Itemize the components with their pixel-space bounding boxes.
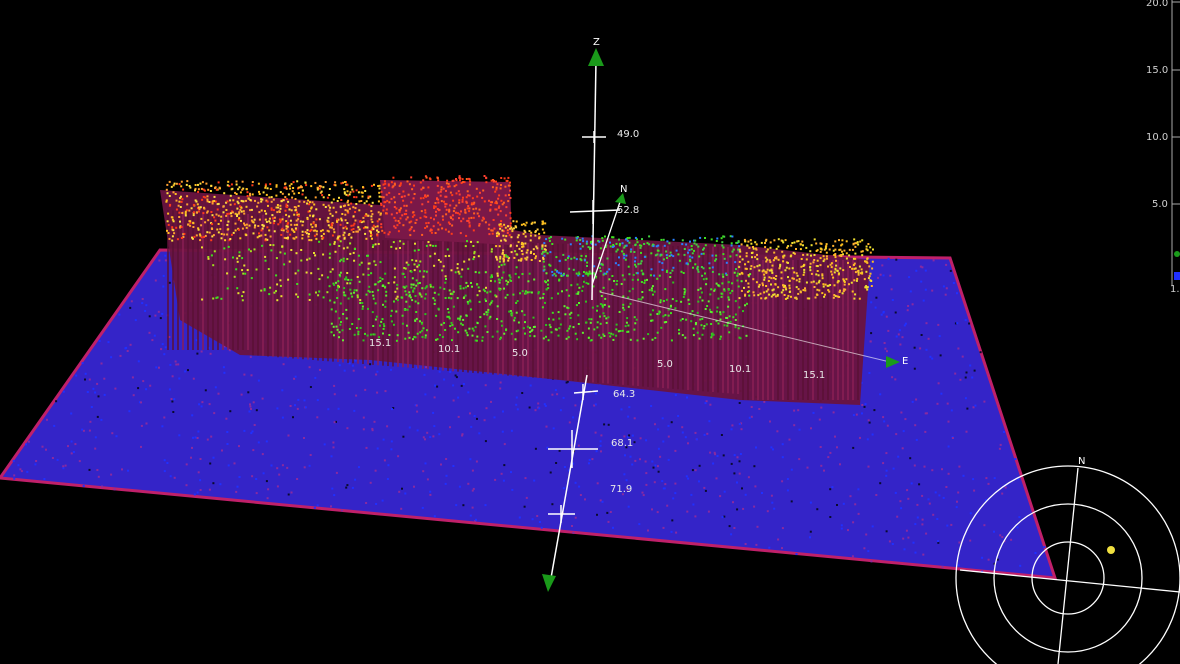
z-tick-label: 68.1 [611,438,633,449]
scale-tick-label: 5.0 [1152,199,1168,210]
z-axis-label: Z [593,37,600,48]
z-tick-label: 49.0 [617,129,639,140]
compass-north-label: N [1078,456,1085,467]
scale-tick-label: 15.0 [1146,65,1168,76]
hull-tick-label: 5.0 [657,359,673,370]
z-tick-label: 71.9 [610,484,632,495]
hull-tick-label: 15.1 [369,338,391,349]
z-tick-label: 64.3 [613,389,635,400]
n-axis-label: N [620,184,627,195]
scale-tick-label: 20.0 [1146,0,1168,9]
depth-scale: 20.0 15.0 10.0 5.0 1. [1146,0,1180,295]
hull-tick-label: 10.1 [438,344,460,355]
e-axis-label: E [902,356,908,367]
sonar-3d-viewport[interactable]: Z N E 49.0 52.8 64.3 68.1 71.9 15.1 10.1… [0,0,1180,664]
scale-color-swatch [1174,272,1180,280]
scale-marker-icon [1174,251,1180,257]
z-up-arrow-icon [588,48,604,66]
hull-tick-label: 5.0 [512,348,528,359]
z-tick-label: 52.8 [617,205,639,216]
hull-tick-label: 10.1 [729,364,751,375]
scale-partial-label: 1. [1170,284,1180,295]
compass-marker-icon [1107,546,1115,554]
point-cloud-scene[interactable]: Z N E 49.0 52.8 64.3 68.1 71.9 15.1 10.1… [0,0,1180,664]
scale-tick-label: 10.0 [1146,132,1168,143]
z-down-arrow-icon [542,574,556,592]
hull-tick-label: 15.1 [803,370,825,381]
